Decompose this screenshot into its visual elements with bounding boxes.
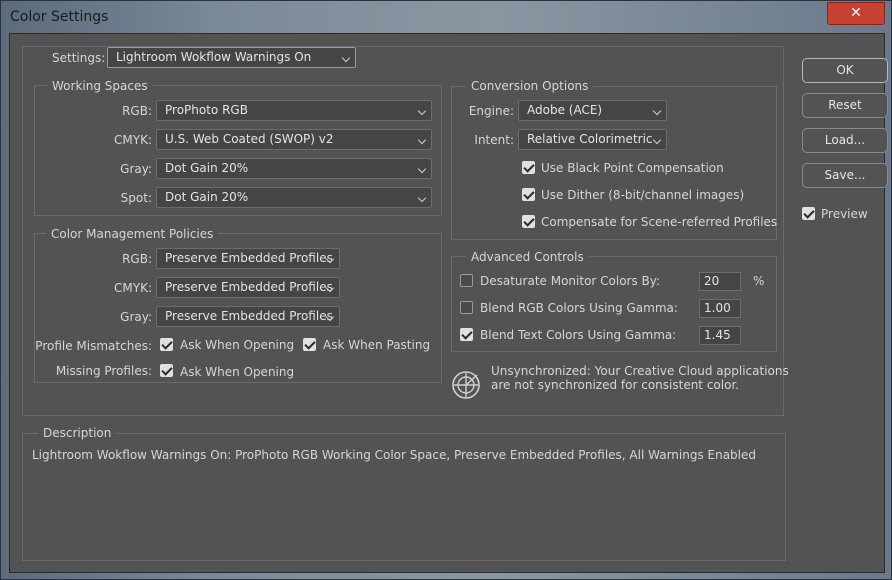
desaturate-label[interactable]: Desaturate Monitor Colors By: (480, 273, 660, 289)
blend-text-input[interactable]: 1.45 (699, 326, 741, 345)
dither-label[interactable]: Use Dither (8-bit/channel images) (541, 187, 744, 203)
policy-rgb-select[interactable]: Preserve Embedded Profiles (156, 248, 340, 269)
preview-label[interactable]: Preview (821, 206, 868, 222)
ask-when-opening-label[interactable]: Ask When Opening (180, 337, 294, 353)
policy-cmyk-value: Preserve Embedded Profiles (165, 280, 333, 294)
ws-cmyk-select[interactable]: U.S. Web Coated (SWOP) v2 (156, 129, 432, 150)
color-settings-window: Color Settings ✕ Settings: Lightroom Wok… (0, 0, 892, 580)
ask-when-opening-checkbox[interactable] (160, 338, 173, 351)
intent-select[interactable]: Relative Colorimetric (518, 129, 667, 150)
policy-gray-label: Gray: (120, 310, 152, 324)
policies-title: Color Management Policies (46, 226, 219, 242)
intent-label: Intent: (474, 133, 514, 147)
engine-value: Adobe (ACE) (527, 103, 603, 117)
advanced-title: Advanced Controls (466, 249, 589, 265)
settings-select-value: Lightroom Wokflow Warnings On (116, 50, 312, 64)
blend-rgb-label[interactable]: Blend RGB Colors Using Gamma: (480, 300, 678, 316)
settings-select[interactable]: Lightroom Wokflow Warnings On (107, 47, 356, 68)
chevron-down-icon (417, 106, 427, 116)
sync-line-2: are not synchronized for consistent colo… (491, 378, 740, 392)
chevron-down-icon (417, 135, 427, 145)
dither-checkbox[interactable] (522, 188, 535, 201)
ws-gray-select[interactable]: Dot Gain 20% (156, 158, 432, 179)
missing-profiles-label: Missing Profiles: (55, 364, 152, 378)
ws-rgb-label: RGB: (122, 104, 152, 118)
policy-gray-value: Preserve Embedded Profiles (165, 309, 333, 323)
scene-referred-label[interactable]: Compensate for Scene-referred Profiles (541, 214, 777, 230)
sync-status-icon (452, 371, 480, 399)
dialog-body: Settings: Lightroom Wokflow Warnings On … (9, 33, 888, 573)
ws-spot-label: Spot: (120, 191, 152, 205)
scene-referred-checkbox[interactable] (522, 215, 535, 228)
profile-mismatches-label: Profile Mismatches: (35, 339, 152, 353)
description-title: Description (38, 425, 117, 441)
intent-value: Relative Colorimetric (527, 132, 653, 146)
blend-rgb-input[interactable]: 1.00 (699, 299, 741, 318)
chevron-down-icon (417, 164, 427, 174)
settings-label: Settings: (52, 51, 106, 65)
ws-rgb-value: ProPhoto RGB (165, 103, 248, 117)
policy-gray-select[interactable]: Preserve Embedded Profiles (156, 306, 340, 327)
blend-text-checkbox[interactable] (460, 328, 473, 341)
blend-rgb-checkbox[interactable] (460, 301, 473, 314)
engine-select[interactable]: Adobe (ACE) (518, 100, 667, 121)
missing-ask-opening-checkbox[interactable] (160, 364, 173, 377)
preview-checkbox[interactable] (802, 207, 815, 220)
ws-gray-label: Gray: (120, 162, 152, 176)
ask-when-pasting-checkbox[interactable] (303, 338, 316, 351)
policy-cmyk-select[interactable]: Preserve Embedded Profiles (156, 277, 340, 298)
load-button[interactable]: Load... (802, 128, 888, 153)
ws-cmyk-label: CMYK: (114, 133, 152, 147)
missing-ask-opening-label[interactable]: Ask When Opening (180, 364, 294, 380)
chevron-down-icon (417, 193, 427, 203)
desaturate-input[interactable]: 20 (699, 272, 741, 291)
conversion-title: Conversion Options (466, 78, 594, 94)
black-point-label[interactable]: Use Black Point Compensation (541, 160, 724, 176)
window-title: Color Settings (10, 9, 109, 25)
policy-cmyk-label: CMYK: (114, 281, 152, 295)
desaturate-unit: % (753, 274, 765, 288)
policy-rgb-label: RGB: (122, 252, 152, 266)
ws-spot-value: Dot Gain 20% (165, 190, 249, 204)
ws-gray-value: Dot Gain 20% (165, 161, 249, 175)
close-button[interactable]: ✕ (827, 2, 885, 25)
ok-button[interactable]: OK (802, 58, 888, 83)
ws-cmyk-value: U.S. Web Coated (SWOP) v2 (165, 132, 334, 146)
chevron-down-icon (652, 106, 662, 116)
save-button[interactable]: Save... (802, 163, 888, 188)
black-point-checkbox[interactable] (522, 161, 535, 174)
ws-spot-select[interactable]: Dot Gain 20% (156, 187, 432, 208)
reset-button[interactable]: Reset (802, 93, 888, 118)
policy-rgb-value: Preserve Embedded Profiles (165, 251, 333, 265)
engine-label: Engine: (468, 104, 514, 118)
blend-text-label[interactable]: Blend Text Colors Using Gamma: (480, 327, 676, 343)
desaturate-checkbox[interactable] (460, 274, 473, 287)
working-spaces-title: Working Spaces (47, 78, 153, 94)
chevron-down-icon (341, 53, 351, 63)
close-icon: ✕ (850, 5, 862, 21)
description-text: Lightroom Wokflow Warnings On: ProPhoto … (32, 448, 757, 462)
ask-when-pasting-label[interactable]: Ask When Pasting (323, 337, 430, 353)
chevron-down-icon (652, 135, 662, 145)
ws-rgb-select[interactable]: ProPhoto RGB (156, 100, 432, 121)
title-bar[interactable]: Color Settings ✕ (1, 1, 891, 33)
